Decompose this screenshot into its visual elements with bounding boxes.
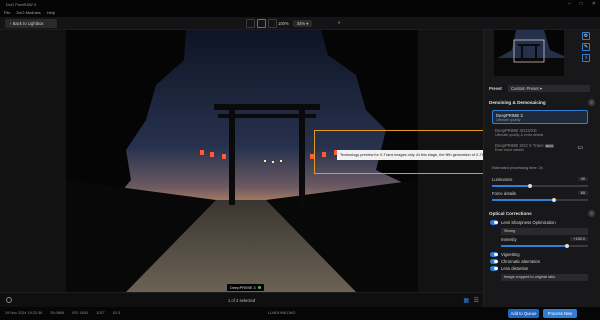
app-title: DxO PureRAW 3 xyxy=(6,2,37,7)
optical-section-title: Optical Corrections xyxy=(489,211,532,216)
intensity-label: Intensity xyxy=(501,237,517,242)
help-icon[interactable]: ? xyxy=(588,210,595,217)
process-now-button[interactable]: Process Now xyxy=(543,309,577,318)
option-subtitle: Ultimate quality & extra details xyxy=(495,133,544,137)
info-tab-icon[interactable]: i xyxy=(582,54,590,62)
option-subtitle: Ultimate quality xyxy=(496,118,521,122)
preset-label: Preset xyxy=(489,86,502,91)
luminance-knob[interactable] xyxy=(528,183,532,188)
zoom-fit-select[interactable]: 34% ▾ xyxy=(292,20,313,27)
force-details-knob[interactable] xyxy=(552,197,556,202)
menu-dxo-modules[interactable]: DxO Modules xyxy=(16,9,40,17)
distortion-toggle[interactable] xyxy=(490,266,498,271)
chromatic-row: Chromatic aberration xyxy=(490,259,540,264)
distortion-mode: Image cropped to original ratio xyxy=(504,275,556,279)
exif-aperture: f/2.5 xyxy=(112,311,121,315)
zoom-percent[interactable]: 100% xyxy=(278,21,289,26)
minimize-icon[interactable]: – xyxy=(568,0,571,9)
settings-tab-icon[interactable]: ⚙ xyxy=(582,32,590,40)
intensity-slider[interactable]: Intensity +150.0 xyxy=(501,237,588,248)
help-icon[interactable]: ? xyxy=(588,99,595,106)
status-dot-icon xyxy=(257,286,261,289)
side-by-side-icon[interactable] xyxy=(268,19,277,28)
beta-badge: BETA xyxy=(544,144,555,148)
single-view-icon[interactable] xyxy=(246,19,255,28)
zoom-controls: 100% 34% ▾ xyxy=(278,19,313,28)
option-subtitle: Even more details xyxy=(495,148,524,152)
luminance-track[interactable] xyxy=(492,183,588,188)
zoom-fit-value: 34% xyxy=(296,21,306,26)
intensity-track[interactable] xyxy=(501,243,588,248)
force-details-label: Force details xyxy=(492,191,516,196)
chat-icon[interactable]: ▭ xyxy=(577,144,583,151)
compare-icon[interactable]: ◐ xyxy=(338,20,341,26)
list-icon[interactable]: ☰ xyxy=(474,297,479,304)
exif-info: 19 Nov 2024 19:22:36 35.0MM ISO 1600 1/2… xyxy=(5,307,120,320)
luminance-value[interactable]: 40 xyxy=(577,177,588,181)
luminance-label: Luminance xyxy=(492,177,513,182)
engine-tag: DeepPRIME 3 xyxy=(227,284,264,291)
distortion-label: Lens distortion xyxy=(501,266,529,271)
navigator-thumbnail[interactable] xyxy=(494,30,564,76)
back-label: Back to Lightbox xyxy=(12,21,44,26)
luminance-slider[interactable]: Luminance 40 xyxy=(492,177,588,188)
selection-count: 1 of 2 selected xyxy=(227,298,256,303)
close-icon[interactable]: ✕ xyxy=(592,0,596,9)
option-deepprime3[interactable]: DeepPRIME 3 Ultimate quality xyxy=(492,110,588,124)
force-details-fill xyxy=(492,199,554,201)
intensity-fill xyxy=(501,245,567,247)
add-to-queue-button[interactable]: Add to Queue xyxy=(508,309,539,318)
maximize-icon[interactable]: □ xyxy=(580,0,583,9)
vignetting-label: Vignetting xyxy=(501,252,520,257)
distortion-row: Lens distortion xyxy=(490,266,528,271)
distortion-select[interactable]: Image cropped to original ratio xyxy=(501,274,588,281)
status-bar: 19 Nov 2024 19:22:36 35.0MM ISO 1600 1/2… xyxy=(0,307,600,320)
grid-icon[interactable]: ▦ xyxy=(463,297,469,304)
lens-sharpness-select[interactable]: Strong xyxy=(501,228,588,235)
menu-bar: File DxO Modules Help xyxy=(0,9,600,17)
lens-sharpness-toggle[interactable] xyxy=(490,220,498,225)
menu-file[interactable]: File xyxy=(4,9,10,17)
lens-sharpness-label: Lens Sharpness Optimization xyxy=(501,220,556,225)
lens-sharpness-mode: Strong xyxy=(504,229,516,233)
vignetting-toggle[interactable] xyxy=(490,252,498,257)
window-controls: – □ ✕ xyxy=(568,0,596,9)
split-view-icon[interactable] xyxy=(257,19,266,28)
title-bar: DxO PureRAW 3 – □ ✕ xyxy=(0,0,600,9)
thumbnail-image xyxy=(494,30,564,76)
force-details-track[interactable] xyxy=(492,197,588,202)
exif-shutter: 1/20" xyxy=(96,311,105,315)
denoising-section-title: Denoising & Demosaicing xyxy=(489,100,546,105)
toolbar: ‹ Back to Lightbox 100% 34% ▾ ◐ xyxy=(0,17,600,30)
view-mode-group xyxy=(246,19,277,28)
intensity-value[interactable]: +150.0 xyxy=(570,237,588,241)
vignetting-row: Vignetting xyxy=(490,252,520,257)
preset-value: Custom Preset xyxy=(511,86,539,91)
chromatic-toggle[interactable] xyxy=(490,259,498,264)
settings-panel: ⚙ ✎ i Preset Custom Preset ▾ Denoising &… xyxy=(483,30,600,307)
exif-iso: ISO 1600 xyxy=(72,311,89,315)
processing-time: Estimated processing time: 2s xyxy=(492,166,543,170)
lens-sharpness-row: Lens Sharpness Optimization xyxy=(490,220,556,225)
filmstrip-bar: 1 of 2 selected ▦ ☰ xyxy=(0,292,483,307)
intensity-knob[interactable] xyxy=(565,243,569,248)
engine-tag-label: DeepPRIME 3 xyxy=(230,285,256,290)
menu-help[interactable]: Help xyxy=(47,9,55,17)
exif-date: 19 Nov 2024 19:22:36 xyxy=(5,311,43,315)
luminance-fill xyxy=(492,185,530,187)
side-tools: ⚙ ✎ i xyxy=(582,32,590,62)
option-deepprime-xd3-xtrans[interactable]: DeepPRIME XD3 X-Trans BETA Even more det… xyxy=(492,141,588,155)
preset-row: Preset Custom Preset ▾ xyxy=(489,84,596,93)
force-details-value[interactable]: 65 xyxy=(577,191,588,195)
back-to-lightbox-button[interactable]: ‹ Back to Lightbox xyxy=(5,19,57,28)
edit-tab-icon[interactable]: ✎ xyxy=(582,43,590,51)
force-details-slider[interactable]: Force details 65 xyxy=(492,191,588,202)
preset-select[interactable]: Custom Preset ▾ xyxy=(508,85,590,92)
option-deepprime-xd2s[interactable]: DeepPRIME XD2s/XD Ultimate quality & ext… xyxy=(492,126,588,140)
file-name: LLM01996.DNG xyxy=(268,311,296,315)
exif-focal: 35.0MM xyxy=(50,311,65,315)
chromatic-label: Chromatic aberration xyxy=(501,259,541,264)
